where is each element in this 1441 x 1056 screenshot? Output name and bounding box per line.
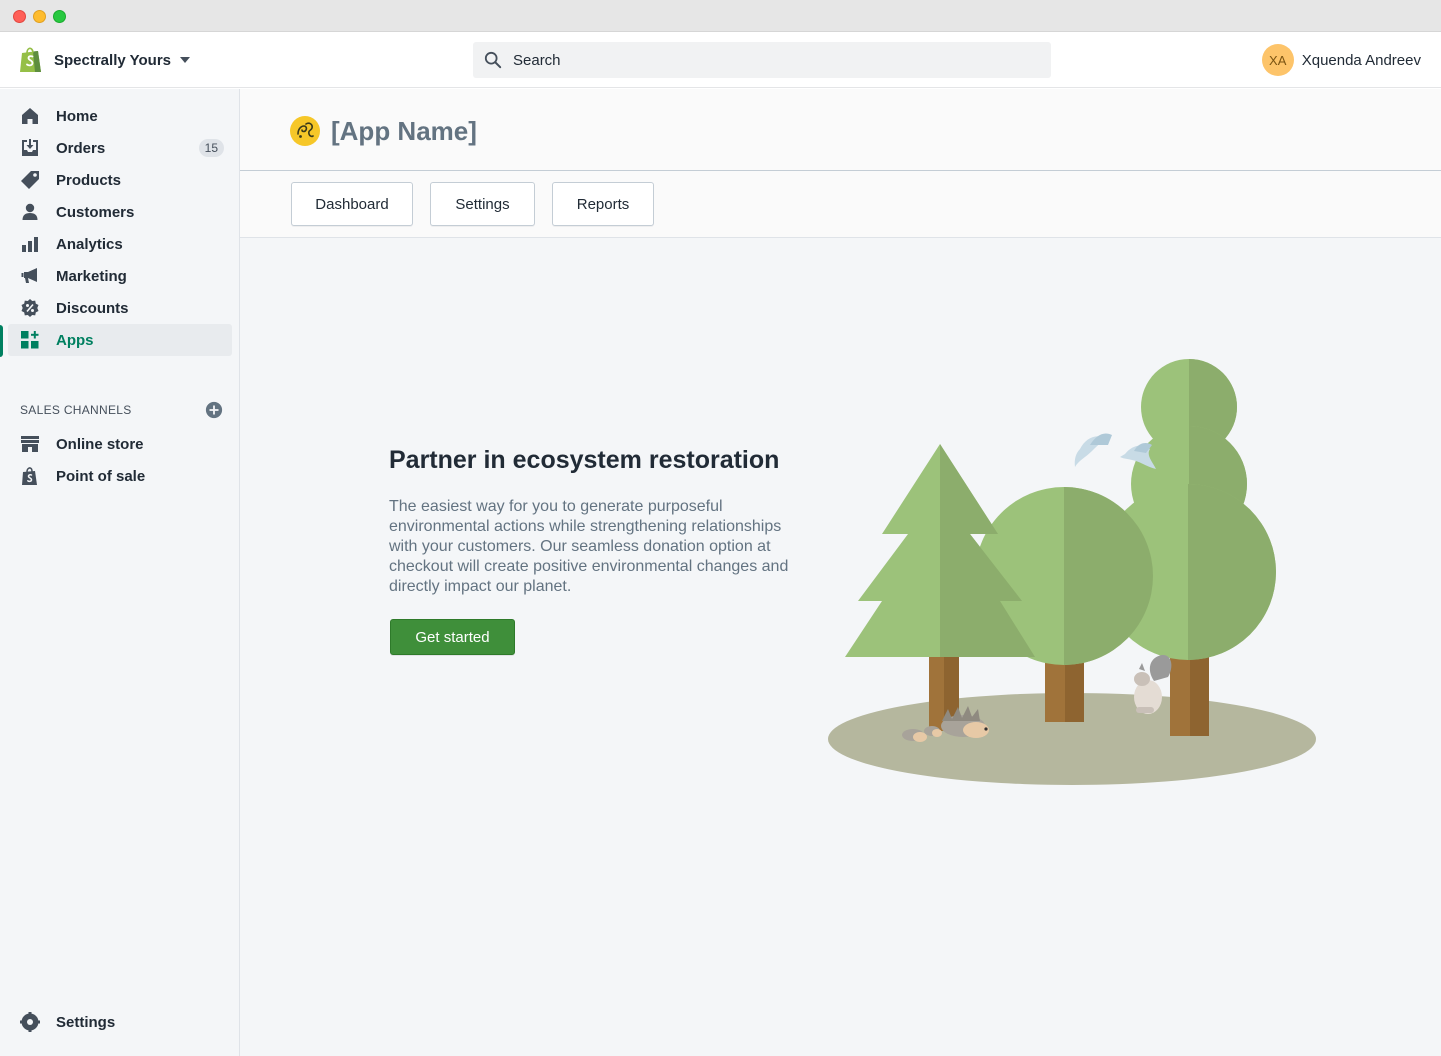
- person-icon: [22, 203, 38, 220]
- sidebar-item-discounts[interactable]: Discounts: [8, 292, 232, 324]
- sidebar-item-label: Home: [56, 108, 98, 125]
- search-icon: [484, 51, 502, 69]
- sidebar-item-label: Customers: [56, 204, 135, 221]
- home-icon: [22, 108, 38, 124]
- window-maximize-button[interactable]: [53, 10, 66, 23]
- tab-reports[interactable]: Reports: [552, 182, 654, 226]
- tag-icon: [21, 171, 39, 189]
- window-titlebar: [0, 0, 1441, 32]
- orders-count-badge: 15: [198, 139, 224, 157]
- hero-title: Partner in ecosystem restoration: [389, 446, 780, 474]
- user-name: Xquenda Andreev: [1301, 51, 1421, 69]
- tab-settings[interactable]: Settings: [430, 182, 535, 226]
- store-switcher[interactable]: Spectrally Yours: [16, 44, 190, 76]
- sidebar-item-label: Orders: [56, 140, 106, 157]
- app-logo-icon: [290, 116, 320, 146]
- hero-description: The easiest way for you to generate purp…: [389, 498, 789, 595]
- discount-icon: [21, 299, 39, 317]
- active-indicator: [0, 325, 3, 357]
- sidebar-item-online-store[interactable]: Online store: [8, 428, 232, 460]
- sales-channels-heading: SALES CHANNELS: [20, 403, 132, 417]
- megaphone-icon: [21, 268, 37, 283]
- forest-illustration: [828, 359, 1316, 785]
- sidebar-item-label: Analytics: [56, 236, 123, 253]
- main-content: [App Name] Dashboard Settings Reports Pa…: [240, 89, 1441, 1056]
- sidebar-item-settings[interactable]: Settings: [8, 1006, 232, 1038]
- page-title: [App Name]: [331, 116, 477, 146]
- chevron-down-icon: [180, 57, 190, 63]
- top-bar: Spectrally Yours XA Xquenda Andreev: [0, 32, 1441, 88]
- avatar: XA: [1261, 44, 1294, 76]
- sidebar-item-marketing[interactable]: Marketing: [8, 260, 232, 292]
- sidebar-item-label: Settings: [56, 1014, 116, 1031]
- sidebar-item-label: Discounts: [56, 300, 129, 317]
- sidebar-item-home[interactable]: Home: [8, 100, 232, 132]
- sidebar: Home Orders 15 Products Customers Analyt…: [0, 89, 240, 1056]
- bar-chart-icon: [22, 237, 38, 252]
- gear-icon: [20, 1012, 40, 1032]
- tab-dashboard[interactable]: Dashboard: [291, 182, 413, 226]
- search-bar: [473, 42, 1051, 78]
- add-sales-channel-button[interactable]: [205, 401, 223, 419]
- sidebar-item-analytics[interactable]: Analytics: [8, 228, 232, 260]
- orders-icon: [22, 139, 38, 156]
- sidebar-item-point-of-sale[interactable]: Point of sale: [8, 460, 232, 492]
- sidebar-item-label: Apps: [56, 332, 94, 349]
- sidebar-item-orders[interactable]: Orders 15: [8, 132, 232, 164]
- sidebar-item-label: Products: [56, 172, 122, 189]
- shopify-bag-icon: [20, 47, 41, 72]
- store-icon: [21, 436, 39, 452]
- sidebar-item-products[interactable]: Products: [8, 164, 232, 196]
- pos-bag-icon: [22, 467, 37, 485]
- app-header: [App Name]: [240, 89, 1441, 171]
- sidebar-item-label: Marketing: [56, 268, 127, 285]
- window-minimize-button[interactable]: [33, 10, 46, 23]
- sidebar-item-label: Online store: [56, 436, 144, 453]
- sidebar-item-label: Point of sale: [56, 468, 146, 485]
- window-close-button[interactable]: [13, 10, 26, 23]
- store-name: Spectrally Yours: [54, 51, 171, 69]
- sidebar-item-apps[interactable]: Apps: [8, 324, 232, 356]
- search-input[interactable]: [513, 42, 1033, 78]
- sidebar-item-customers[interactable]: Customers: [8, 196, 232, 228]
- user-menu[interactable]: XA Xquenda Andreev: [1261, 44, 1421, 76]
- app-tabs: Dashboard Settings Reports: [240, 171, 1441, 238]
- get-started-button[interactable]: Get started: [390, 619, 515, 655]
- apps-icon: [21, 331, 39, 349]
